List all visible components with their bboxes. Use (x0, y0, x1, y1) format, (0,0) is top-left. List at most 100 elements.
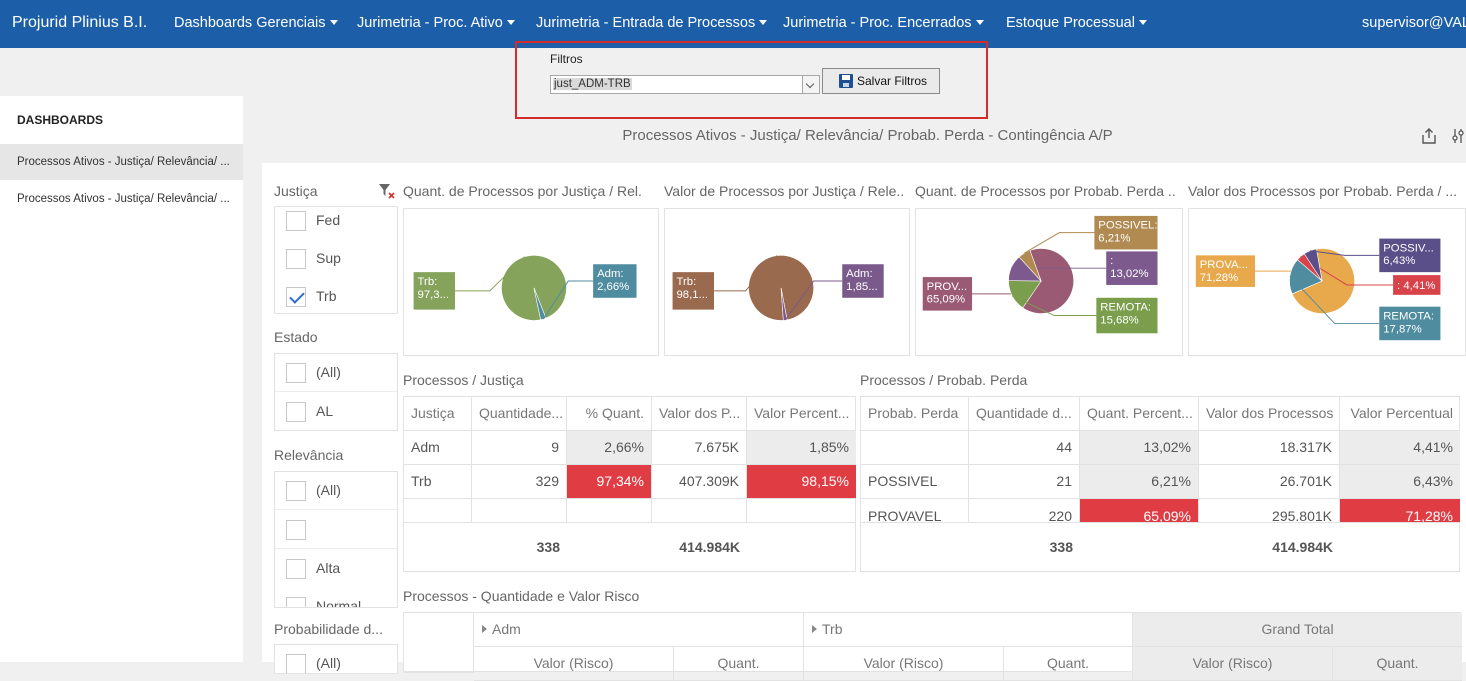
table-cell[interactable]: 6,21% (1080, 465, 1199, 499)
pie-label: : (1110, 255, 1113, 267)
user-menu[interactable]: supervisor@VAL (1362, 15, 1466, 31)
chevron-down-icon[interactable] (802, 76, 819, 93)
table-cell[interactable]: 9 (472, 431, 567, 465)
estado-option-all[interactable]: (All) (275, 354, 397, 392)
checkbox[interactable] (286, 654, 306, 673)
table-cell[interactable]: 407.309K (652, 465, 747, 499)
checkbox[interactable] (286, 211, 306, 231)
expand-icon[interactable] (812, 625, 817, 633)
column-header[interactable]: Quantidade... (472, 397, 567, 431)
probabilidade-option-all[interactable]: (All) (275, 645, 397, 673)
export-icon[interactable] (1421, 128, 1437, 144)
pivot-subheader[interactable]: Valor (Risco) (474, 647, 674, 681)
pie-chart-quant-justica[interactable]: Trb:97,3... Adm:2,66% (403, 208, 659, 356)
table-cell[interactable]: 13,02% (1080, 431, 1199, 465)
table-cell[interactable]: 98,15% (747, 465, 856, 499)
table-cell[interactable]: 4,41% (1340, 431, 1460, 465)
pivot-group-trb[interactable]: Trb (804, 613, 1133, 647)
table-cell[interactable]: 7.675K (652, 431, 747, 465)
table-cell[interactable]: 220 (969, 499, 1080, 523)
dashboard-title: Processos Ativos - Justiça/ Relevância/ … (622, 127, 1113, 144)
table-cell[interactable] (861, 431, 969, 465)
checkbox-checked[interactable] (286, 287, 306, 307)
pivot-subheader[interactable]: Valor (Risco) (804, 647, 1004, 681)
pivot-group-grand-total[interactable]: Grand Total (1133, 613, 1462, 647)
app-brand[interactable]: Projurid Plinius B.I. (12, 14, 147, 32)
column-header[interactable]: Quantidade d... (969, 397, 1080, 431)
pie-chart-valor-justica[interactable]: Trb:98,1... Adm:1,85... (664, 208, 910, 356)
sidebar-item-dashboard-2[interactable]: Processos Ativos - Justiça/ Relevância/ … (0, 181, 243, 217)
pie-chart-quant-probab[interactable]: PROV...65,09% REMOTA:15,68%:13,02% POSSIVE… (915, 208, 1183, 356)
filter-select[interactable]: just_ADM-TRB (550, 75, 820, 94)
total-quantidade: 338 (1049, 539, 1073, 555)
checkbox[interactable] (286, 597, 306, 607)
table-cell[interactable]: 329 (472, 465, 567, 499)
column-header[interactable]: Probab. Perda (861, 397, 969, 431)
column-header[interactable]: Valor dos Processos (1199, 397, 1340, 431)
table-cell-empty (567, 499, 652, 523)
column-header[interactable]: Quant. Percent... (1080, 397, 1199, 431)
relevancia-option-alta[interactable]: Alta (275, 550, 397, 588)
justica-option-fed[interactable]: Fed (275, 207, 397, 240)
relevancia-option-all[interactable]: (All) (275, 472, 397, 510)
nav-label: Dashboards Gerenciais (174, 15, 326, 31)
checkbox[interactable] (286, 481, 306, 501)
pie-label: REMOTA: (1100, 302, 1151, 314)
table-cell[interactable]: 44 (969, 431, 1080, 465)
table-cell[interactable]: 295.801K (1199, 499, 1340, 523)
nav-dashboards-gerenciais[interactable]: Dashboards Gerenciais (174, 15, 338, 31)
table-justica: Justiça Quantidade... % Quant. Valor dos… (403, 396, 856, 572)
column-header[interactable]: Valor Percent... (747, 397, 856, 431)
pie-value-label: 13,02% (1110, 268, 1148, 280)
sidebar-item-dashboard-1[interactable]: Processos Ativos - Justiça/ Relevância/ … (0, 144, 243, 180)
column-header[interactable]: Valor dos P... (652, 397, 747, 431)
expand-icon[interactable] (482, 625, 487, 633)
checkbox[interactable] (286, 402, 306, 422)
nav-label: Jurimetria - Proc. Encerrados (783, 15, 972, 31)
chart-1-title: Quant. de Processos por Justiça / Rel... (403, 183, 643, 199)
table-cell[interactable]: 18.317K (1199, 431, 1340, 465)
nav-jurimetria-entrada[interactable]: Jurimetria - Entrada de Processos (536, 15, 768, 31)
column-header[interactable]: Valor Percentual (1340, 397, 1460, 431)
pivot-subheader[interactable]: Quant. (1333, 647, 1462, 681)
table-cell[interactable]: Trb (404, 465, 472, 499)
table-cell[interactable]: PROVAVEL (861, 499, 969, 523)
table-cell[interactable]: 21 (969, 465, 1080, 499)
table-cell[interactable]: 6,43% (1340, 465, 1460, 499)
pie-label: Adm: (846, 268, 872, 280)
relevancia-option-blank[interactable] (275, 511, 397, 549)
justica-option-sup[interactable]: Sup (275, 240, 397, 278)
pivot-subheader[interactable]: Quant. (674, 647, 804, 681)
checkbox[interactable] (286, 249, 306, 269)
relevancia-option-normal[interactable]: Normal (275, 588, 397, 607)
nav-jurimetria-proc-ativo[interactable]: Jurimetria - Proc. Ativo (357, 15, 515, 31)
table-cell[interactable]: 1,85% (747, 431, 856, 465)
sliders-icon[interactable] (1452, 128, 1466, 144)
estado-option-al[interactable]: AL (275, 393, 397, 430)
justica-option-trb[interactable]: Trb (275, 278, 397, 313)
checkbox[interactable] (286, 559, 306, 579)
table-cell[interactable]: 65,09% (1080, 499, 1199, 523)
table-cell[interactable]: 26.701K (1199, 465, 1340, 499)
column-header[interactable]: % Quant. (567, 397, 652, 431)
column-header[interactable]: Justiça (404, 397, 472, 431)
pie-chart-valor-probab[interactable]: PROVA...71,28% REMOTA:17,87%: 4,41% POSSIV… (1188, 208, 1466, 356)
pivot-group-adm[interactable]: Adm (474, 613, 804, 647)
table-cell[interactable]: 2,66% (567, 431, 652, 465)
table-cell[interactable]: Adm (404, 431, 472, 465)
nav-estoque-processual[interactable]: Estoque Processual (1006, 15, 1147, 31)
table-cell[interactable]: 71,28% (1340, 499, 1460, 523)
pivot-subheader[interactable]: Valor (Risco) (1133, 647, 1333, 681)
nav-label: Estoque Processual (1006, 15, 1135, 31)
table-cell[interactable]: POSSIVEL (861, 465, 969, 499)
nav-jurimetria-proc-encerrados[interactable]: Jurimetria - Proc. Encerrados (783, 15, 984, 31)
checkbox[interactable] (286, 363, 306, 383)
table-cell[interactable]: 97,34% (567, 465, 652, 499)
clear-filter-icon[interactable] (378, 183, 396, 199)
pie-value-label: 98,1... (677, 289, 709, 301)
save-filters-button[interactable]: Salvar Filtros (822, 68, 940, 94)
checkbox[interactable] (286, 520, 306, 540)
pivot-subheader[interactable]: Quant. (1004, 647, 1133, 681)
option-label: (All) (316, 655, 341, 671)
pie-value-label: 17,87% (1383, 323, 1421, 335)
